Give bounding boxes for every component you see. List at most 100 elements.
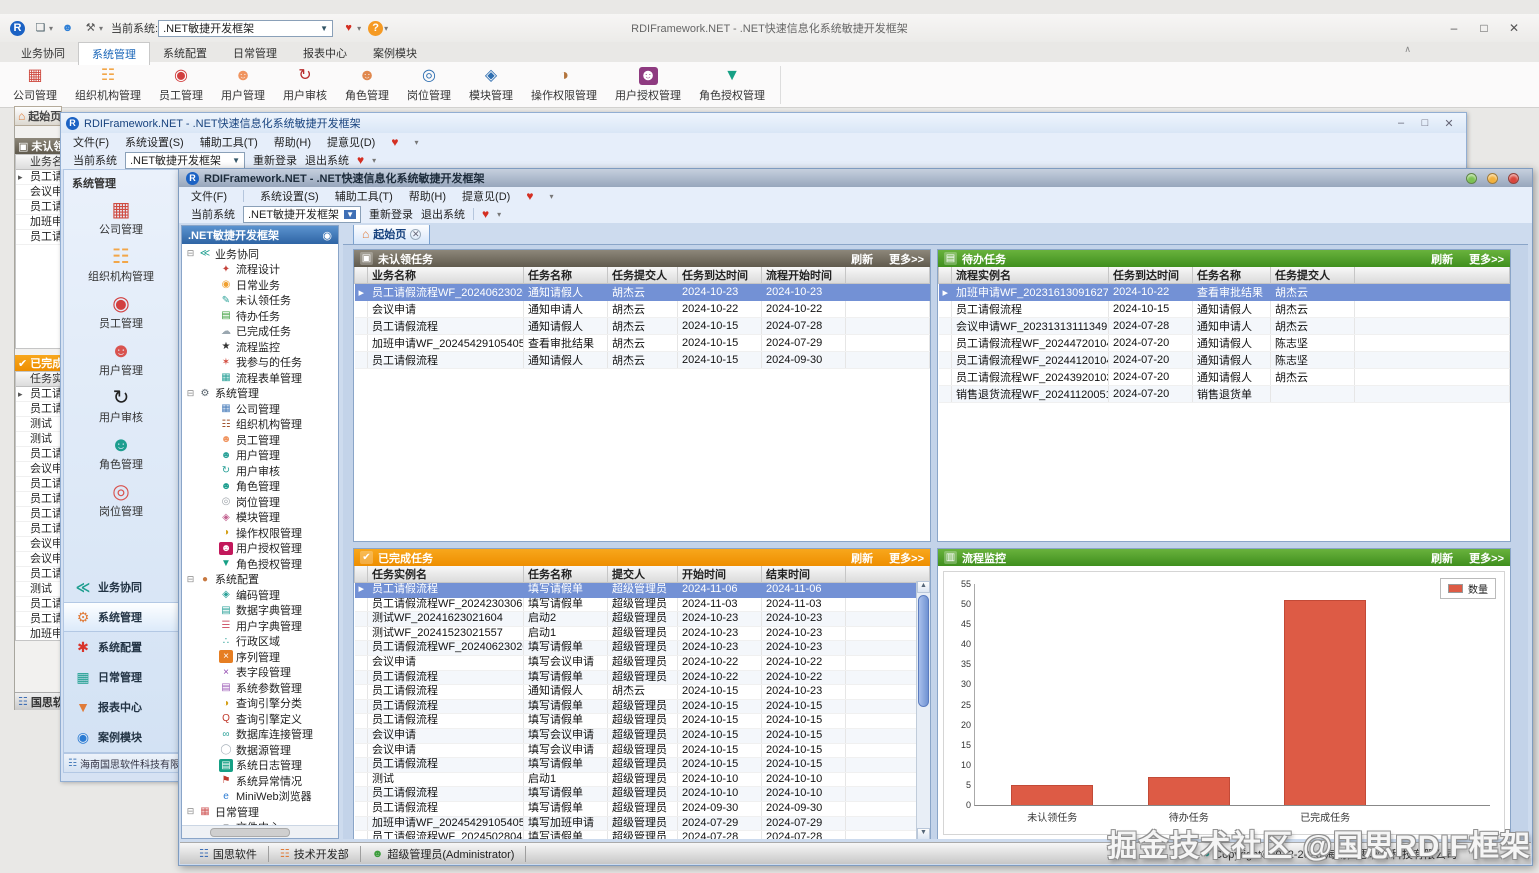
column-header[interactable]: 开始时间 xyxy=(678,566,762,583)
tree-item[interactable]: ▦ 公司管理 xyxy=(182,401,338,417)
list-item[interactable]: 员工请假流程 xyxy=(16,492,61,507)
vertical-scrollbar[interactable]: ▲ ▼ xyxy=(916,581,930,839)
list-item[interactable]: 员工请假流程 xyxy=(16,402,61,417)
list-item[interactable]: 员工请假流程 xyxy=(16,522,61,537)
tree-expander-icon[interactable]: ⊟ xyxy=(186,574,195,585)
table-row[interactable]: 会议申请填写会议申请超级管理员2024-10-152024-10-15 xyxy=(355,728,930,743)
sidebar-item[interactable]: ↻ 用户审核 xyxy=(64,387,178,425)
menu-item[interactable]: 系统设置(S) xyxy=(125,134,184,150)
sidebar-nav-item[interactable]: ✱ 系统配置 xyxy=(64,632,178,662)
table-row[interactable]: 会议申请填写会议申请超级管理员2024-10-152024-10-15 xyxy=(355,743,930,758)
column-header[interactable]: 任务提交人 xyxy=(1271,267,1355,284)
ribbon-button[interactable]: ☻ 用户授权管理 xyxy=(606,65,690,105)
table-row[interactable]: 销售退货流程WF_202411200511...2024-07-20销售退货单 xyxy=(939,386,1510,403)
tree-item[interactable]: ⊟ ⚙ 系统管理 xyxy=(182,386,338,402)
sidebar-item[interactable]: ☻ 用户管理 xyxy=(64,340,178,378)
list-item[interactable]: 会议申请 xyxy=(16,185,61,200)
horizontal-scrollbar[interactable] xyxy=(182,825,338,838)
tree-item[interactable]: e MiniWeb浏览器 xyxy=(182,789,338,805)
ribbon-button[interactable]: ☻ 角色管理 xyxy=(336,65,398,105)
table-row[interactable]: 加班申请WF_20245429105405查看审批结果胡杰云2024-10-15… xyxy=(355,335,930,352)
ribbon-button[interactable]: ▼ 角色授权管理 xyxy=(690,65,774,105)
heart-icon[interactable]: ♥ xyxy=(482,207,489,221)
statusbar-item[interactable]: ☷ 国思软件 xyxy=(188,846,269,862)
current-system-combobox[interactable]: .NET敏捷开发框架 ▼ xyxy=(243,206,361,223)
tree-item[interactable]: ★ 流程监控 xyxy=(182,339,338,355)
ribbon-tab[interactable]: 日常管理 xyxy=(220,42,290,65)
titlebar-icon-button[interactable]: ♥ ▾ xyxy=(341,21,361,36)
window-control-button[interactable] xyxy=(1487,173,1498,184)
table-row[interactable]: 员工请假流程通知请假人胡杰云2024-10-152024-10-23 xyxy=(355,685,930,700)
tree-item[interactable]: ☷ 组织机构管理 xyxy=(182,417,338,433)
tree-item[interactable]: ◈ 编码管理 xyxy=(182,587,338,603)
current-system-combobox[interactable]: .NET敏捷开发框架 ▼ xyxy=(158,20,333,37)
column-header[interactable] xyxy=(355,566,368,583)
tree-item[interactable]: ☻ 用户管理 xyxy=(182,448,338,464)
table-row[interactable]: 员工请假流程WF_202439201039...2024-07-20通知请假人胡… xyxy=(939,369,1510,386)
tab-start-page[interactable]: ⌂ 起始页 ✕ xyxy=(353,225,430,244)
tree-item[interactable]: ↻ 用户审核 xyxy=(182,463,338,479)
table-row[interactable]: 会议申请通知申请人胡杰云2024-10-222024-10-22 xyxy=(355,301,930,318)
tree-item[interactable]: ▦ 流程表单管理 xyxy=(182,370,338,386)
tree-item[interactable]: ▤ 系统参数管理 xyxy=(182,680,338,696)
tree-item[interactable]: ✎ 未认领任务 xyxy=(182,293,338,309)
close-icon[interactable]: ✕ xyxy=(410,229,421,240)
ribbon-tab[interactable]: 业务协同 xyxy=(8,42,78,65)
tree-item[interactable]: × 序列管理 xyxy=(182,649,338,665)
table-row[interactable]: ▸员工请假流程填写请假单超级管理员2024-11-062024-11-06 xyxy=(355,583,930,598)
tree-item[interactable]: × 表字段管理 xyxy=(182,665,338,681)
scrollbar-thumb[interactable] xyxy=(210,828,290,837)
current-system-combobox[interactable]: .NET敏捷开发框架 ▼ xyxy=(125,152,245,169)
more-link[interactable]: 更多>> xyxy=(1469,251,1504,267)
tree-item[interactable]: ◑ 操作权限管理 xyxy=(182,525,338,541)
list-item[interactable]: 测试 xyxy=(16,417,61,432)
table-row[interactable]: 测试WF_20241623021604启动2超级管理员2024-10-23202… xyxy=(355,612,930,627)
apple-icon[interactable]: ♥ xyxy=(391,135,398,149)
menu-item[interactable]: 提意见(D) xyxy=(462,188,510,204)
tree-item[interactable]: ▤ 数据字典管理 xyxy=(182,603,338,619)
table-row[interactable]: 员工请假流程通知请假人胡杰云2024-10-152024-07-28 xyxy=(355,318,930,335)
sidebar-nav-item[interactable]: ▦ 日常管理 xyxy=(64,662,178,692)
window-control-button[interactable] xyxy=(1466,173,1477,184)
ribbon-button[interactable]: ☷ 组织机构管理 xyxy=(66,65,150,105)
window-control-button[interactable]: – xyxy=(1389,117,1413,130)
menu-item[interactable]: 辅助工具(T) xyxy=(335,188,393,204)
table-row[interactable]: ▸员工请假流程WF_202406230206...通知请假人胡杰云2024-10… xyxy=(355,284,930,301)
ribbon-button[interactable]: ◑ 操作权限管理 xyxy=(522,65,606,105)
more-link[interactable]: 更多>> xyxy=(889,550,924,566)
sidebar-item[interactable]: ◎ 岗位管理 xyxy=(64,481,178,519)
tree-item[interactable]: ✦ 流程设计 xyxy=(182,262,338,278)
table-row[interactable]: 员工请假流程WF_202447201047...2024-07-20通知请假人陈… xyxy=(939,335,1510,352)
menu-item[interactable]: 辅助工具(T) xyxy=(200,134,258,150)
relogin-button[interactable]: 重新登录 xyxy=(369,206,413,222)
window-control-button[interactable]: ✕ xyxy=(1437,117,1461,130)
tree-item[interactable]: ∴ 行政区域 xyxy=(182,634,338,650)
refresh-link[interactable]: 刷新 xyxy=(851,550,873,566)
column-header[interactable]: 流程开始时间 xyxy=(762,267,846,284)
titlebar-icon-button[interactable]: ? ▾ xyxy=(368,21,388,36)
sidebar-item[interactable]: ◉ 员工管理 xyxy=(64,293,178,331)
tree-item[interactable]: ◉ 日常业务 xyxy=(182,277,338,293)
menu-item[interactable]: 系统设置(S) xyxy=(260,188,319,204)
more-link[interactable]: 更多>> xyxy=(889,251,924,267)
menu-item[interactable]: 帮助(H) xyxy=(274,134,311,150)
list-item[interactable]: 员工请假流程 xyxy=(16,230,61,245)
tree-item[interactable]: Q 查询引擎定义 xyxy=(182,711,338,727)
list-item[interactable]: 会议申请 xyxy=(16,462,61,477)
table-row[interactable]: 员工请假流程填写请假单超级管理员2024-10-152024-10-15 xyxy=(355,758,930,773)
column-header[interactable]: 任务到达时间 xyxy=(678,267,762,284)
tree-item[interactable]: ☻ 员工管理 xyxy=(182,432,338,448)
tree-item[interactable]: ◈ 模块管理 xyxy=(182,510,338,526)
table-row[interactable]: 员工请假流程通知请假人胡杰云2024-10-152024-09-30 xyxy=(355,352,930,369)
ribbon-tab[interactable]: 系统管理 xyxy=(78,42,150,65)
window-control-button[interactable]: □ xyxy=(1413,117,1437,130)
list-item[interactable]: 加班申请 xyxy=(16,627,61,641)
menu-item[interactable]: 提意见(D) xyxy=(327,134,375,150)
list-item[interactable]: 测试 xyxy=(16,582,61,597)
sidebar-item[interactable]: ☷ 组织机构管理 xyxy=(64,246,178,284)
table-row[interactable]: 会议申请填写会议申请超级管理员2024-10-222024-10-22 xyxy=(355,655,930,670)
table-row[interactable]: 会议申请WF_202313131113492024-07-28通知申请人胡杰云 xyxy=(939,318,1510,335)
table-row[interactable]: 员工请假流程填写请假单超级管理员2024-09-302024-09-30 xyxy=(355,801,930,816)
menu-item-file[interactable]: 文件(F) xyxy=(191,188,227,204)
table-row[interactable]: 员工请假流程填写请假单超级管理员2024-10-102024-10-10 xyxy=(355,787,930,802)
